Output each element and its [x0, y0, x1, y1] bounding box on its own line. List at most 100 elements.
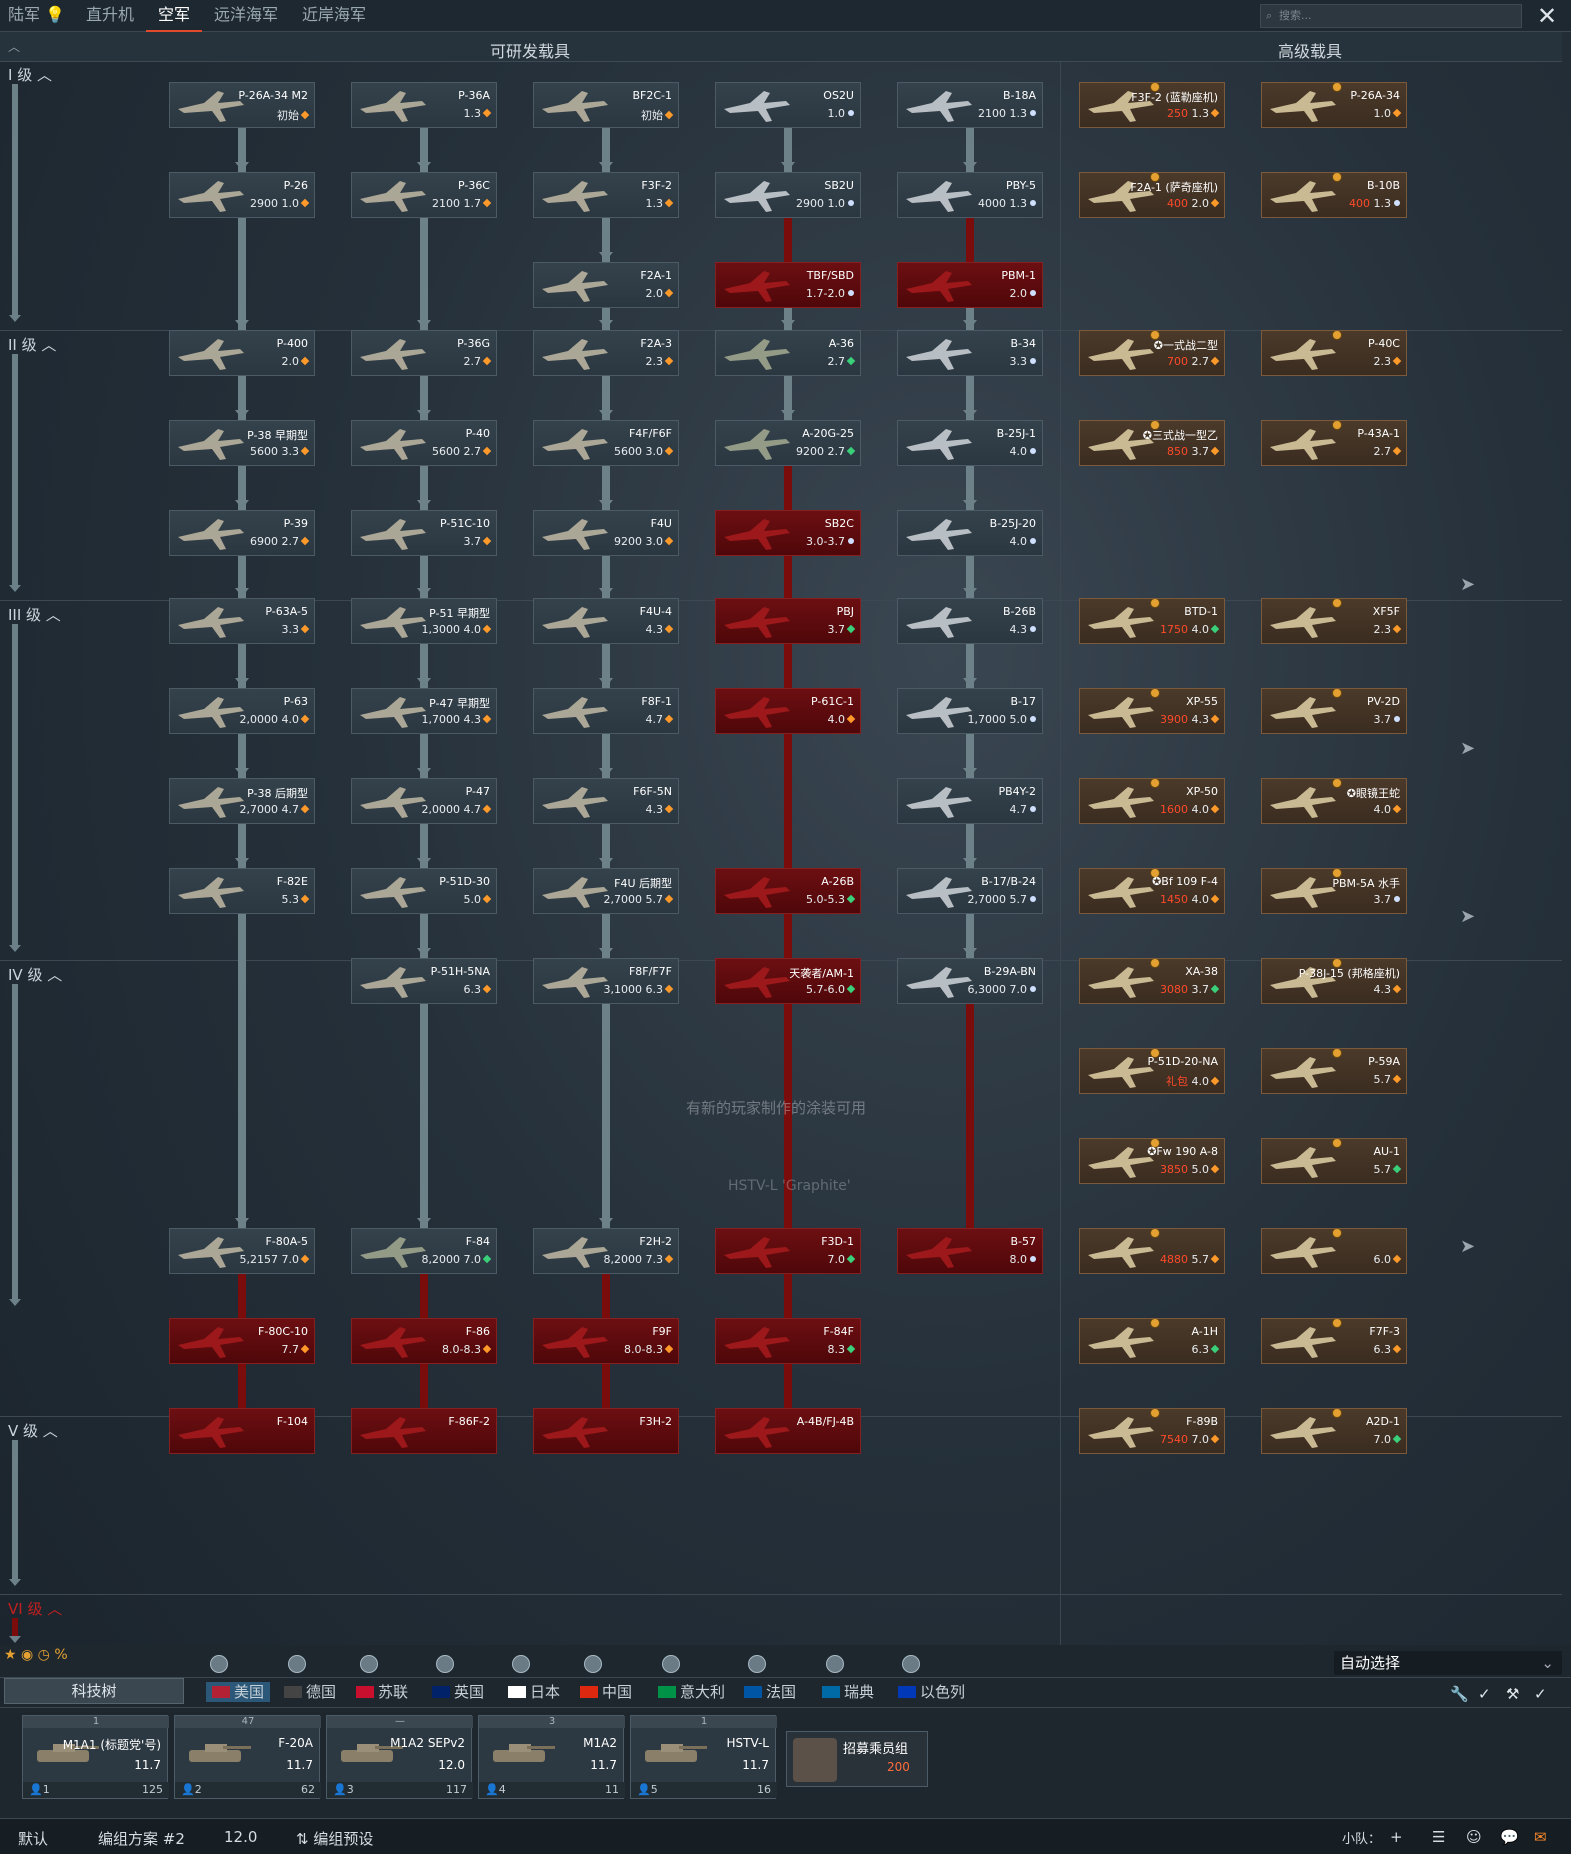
vehicle-card[interactable]: F-80A-5 5,2157 7.0 — [169, 1228, 315, 1274]
crew-slot[interactable]: 47 F-20A 11.7 👤2 62 — [174, 1715, 321, 1799]
vehicle-card[interactable]: P-47 早期型 1,7000 4.3 — [351, 688, 497, 734]
tab-coastal-fleet[interactable]: 近岸海军 — [302, 0, 366, 32]
vehicle-card[interactable]: F-86 8.0-8.3 — [351, 1318, 497, 1364]
nation-tab[interactable]: 德国 — [284, 1682, 336, 1702]
nation-tab[interactable]: 苏联 — [356, 1682, 408, 1702]
vehicle-card[interactable]: A-4B/FJ-4B — [715, 1408, 861, 1454]
vehicle-card[interactable]: F-86F-2 — [351, 1408, 497, 1454]
vehicle-card[interactable]: F4U-4 4.3 — [533, 598, 679, 644]
vehicle-card[interactable]: BTD-1 1750 4.0 — [1079, 598, 1225, 644]
vehicle-card[interactable]: AU-1 5.7 — [1261, 1138, 1407, 1184]
tab-aviation[interactable]: 空军 — [146, 0, 203, 32]
vehicle-card[interactable]: P-36A 1.3 — [351, 82, 497, 128]
vehicle-card[interactable]: F-84F 8.3 — [715, 1318, 861, 1364]
vehicle-card[interactable]: 天袭者/AM-1 5.7-6.0 — [715, 958, 861, 1004]
vehicle-card[interactable]: F4U 后期型 2,7000 5.7 — [533, 868, 679, 914]
vehicle-card[interactable]: PBY-5 4000 1.3 — [897, 172, 1043, 218]
vehicle-card[interactable]: SB2C 3.0-3.7 — [715, 510, 861, 556]
vehicle-card[interactable]: F2H-2 8,2000 7.3 — [533, 1228, 679, 1274]
vehicle-card[interactable]: P-26A-34 1.0 — [1261, 82, 1407, 128]
rank-label[interactable]: I 级 ︿ — [8, 64, 52, 85]
vehicle-card[interactable]: F3D-1 7.0 — [715, 1228, 861, 1274]
vehicle-card[interactable]: P-63A-5 3.3 — [169, 598, 315, 644]
nation-tab[interactable]: 英国 — [432, 1682, 484, 1702]
check-icon[interactable]: ✓ — [1478, 1685, 1498, 1703]
vehicle-card[interactable]: P-38J-15 (邦格座机) 4.3 — [1261, 958, 1407, 1004]
vehicle-card[interactable]: F4F/F6F 5600 3.0 — [533, 420, 679, 466]
vehicle-card[interactable]: P-51C-10 3.7 — [351, 510, 497, 556]
vehicle-card[interactable]: P-63 2,0000 4.0 — [169, 688, 315, 734]
vehicle-card[interactable]: F2A-3 2.3 — [533, 330, 679, 376]
vehicle-card[interactable]: P-39 6900 2.7 — [169, 510, 315, 556]
collapse-all-icon[interactable]: ︿ — [8, 38, 20, 55]
vehicle-card[interactable]: B-57 8.0 — [897, 1228, 1043, 1274]
vehicle-card[interactable]: ✪三式战一型乙 850 3.7 — [1079, 420, 1225, 466]
vehicle-card[interactable]: P-36C 2100 1.7 — [351, 172, 497, 218]
nation-tab[interactable]: 以色列 — [898, 1682, 965, 1702]
friends-icon[interactable]: ☺ — [1466, 1828, 1482, 1846]
recruit-crew-button[interactable]: 招募乘员组 200 — [786, 1731, 928, 1787]
vehicle-card[interactable]: F8F-1 4.7 — [533, 688, 679, 734]
vehicle-card[interactable]: P-38 早期型 5600 3.3 — [169, 420, 315, 466]
vehicle-card[interactable]: P-47 2,0000 4.7 — [351, 778, 497, 824]
tab-helicopters[interactable]: 直升机 — [86, 0, 134, 32]
vehicle-card[interactable]: XA-38 3080 3.7 — [1079, 958, 1225, 1004]
rank-label[interactable]: II 级 ︿ — [8, 334, 56, 355]
vehicle-card[interactable]: F2A-1 (萨奇座机) 400 2.0 — [1079, 172, 1225, 218]
crew-slot[interactable]: 1 M1A1 (标题党'号) 11.7 👤1 125 — [22, 1715, 169, 1799]
vehicle-card[interactable]: B-10B 400 1.3 — [1261, 172, 1407, 218]
repair-all-icon[interactable]: ⚒ — [1506, 1685, 1526, 1703]
vehicle-card[interactable]: SB2U 2900 1.0 — [715, 172, 861, 218]
vehicle-card[interactable]: A-1H 6.3 — [1079, 1318, 1225, 1364]
vehicle-card[interactable]: B-18A 2100 1.3 — [897, 82, 1043, 128]
nation-tab[interactable]: 日本 — [508, 1682, 560, 1702]
vehicle-card[interactable]: OS2U 1.0 — [715, 82, 861, 128]
vehicle-card[interactable]: F9F 8.0-8.3 — [533, 1318, 679, 1364]
vehicle-card[interactable]: P-59A 5.7 — [1261, 1048, 1407, 1094]
vehicle-card[interactable]: P-51H-5NA 6.3 — [351, 958, 497, 1004]
vehicle-card[interactable]: F-89B 7540 7.0 — [1079, 1408, 1225, 1454]
add-squad-icon[interactable]: + — [1390, 1828, 1403, 1846]
close-icon[interactable]: ✕ — [1534, 2, 1560, 30]
vehicle-card[interactable]: P-38 后期型 2,7000 4.7 — [169, 778, 315, 824]
vehicle-card[interactable]: P-51D-30 5.0 — [351, 868, 497, 914]
vehicle-card[interactable]: P-51D-20-NA 礼包 4.0 — [1079, 1048, 1225, 1094]
vehicle-card[interactable]: F6F-5N 4.3 — [533, 778, 679, 824]
preset-button[interactable]: ⇅ 编组预设 — [296, 1828, 373, 1849]
confirm-icon[interactable]: ✓ — [1534, 1685, 1554, 1703]
vehicle-card[interactable]: ✪Fw 190 A-8 3850 5.0 — [1079, 1138, 1225, 1184]
mode-selector[interactable]: 默认 — [18, 1828, 48, 1849]
vehicle-card[interactable]: F8F/F7F 3,1000 6.3 — [533, 958, 679, 1004]
nation-tab[interactable]: 瑞典 — [822, 1682, 874, 1702]
vehicle-card[interactable]: F2A-1 2.0 — [533, 262, 679, 308]
vehicle-card[interactable]: F3F-2 1.3 — [533, 172, 679, 218]
preset-selector[interactable]: 编组方案 #2 — [98, 1828, 185, 1849]
techtree-tab[interactable]: 科技树 — [4, 1678, 184, 1704]
vehicle-card[interactable]: XP-50 1600 4.0 — [1079, 778, 1225, 824]
chat-icon[interactable]: 💬 — [1500, 1828, 1519, 1846]
vehicle-card[interactable]: XP-55 3900 4.3 — [1079, 688, 1225, 734]
vehicle-card[interactable]: ✪眼镜王蛇 4.0 — [1261, 778, 1407, 824]
vehicle-card[interactable]: P-26A-34 M2 初始 — [169, 82, 315, 128]
vehicle-card[interactable]: ✪一式战二型 700 2.7 — [1079, 330, 1225, 376]
vehicle-card[interactable]: PB4Y-2 4.7 — [897, 778, 1043, 824]
vehicle-card[interactable]: B-34 3.3 — [897, 330, 1043, 376]
crew-slot[interactable]: — M1A2 SEPv2 12.0 👤3 117 — [326, 1715, 473, 1799]
vehicle-card[interactable]: B-26B 4.3 — [897, 598, 1043, 644]
vehicle-card[interactable]: PBJ 3.7 — [715, 598, 861, 644]
vehicle-card[interactable]: PBM-5A 水手 3.7 — [1261, 868, 1407, 914]
vehicle-card[interactable]: F7F-3 6.3 — [1261, 1318, 1407, 1364]
nation-tab[interactable]: 中国 — [580, 1682, 632, 1702]
vehicle-card[interactable]: TBF/SBD 1.7-2.0 — [715, 262, 861, 308]
vehicle-card[interactable]: P-40C 2.3 — [1261, 330, 1407, 376]
wrench-icon[interactable]: 🔧 — [1450, 1685, 1470, 1703]
vehicle-card[interactable]: PBM-1 2.0 — [897, 262, 1043, 308]
vehicle-card[interactable]: F-80C-10 7.7 — [169, 1318, 315, 1364]
vehicle-card[interactable]: XF5F 2.3 — [1261, 598, 1407, 644]
vehicle-card[interactable]: F-84 8,2000 7.0 — [351, 1228, 497, 1274]
vehicle-card[interactable]: A-36 2.7 — [715, 330, 861, 376]
vehicle-card[interactable]: B-25J-1 4.0 — [897, 420, 1043, 466]
nation-tab[interactable]: 美国 — [206, 1682, 271, 1702]
vehicle-card[interactable]: A-20G-25 9200 2.7 — [715, 420, 861, 466]
vehicle-card[interactable]: B-29A-BN 6,3000 7.0 — [897, 958, 1043, 1004]
